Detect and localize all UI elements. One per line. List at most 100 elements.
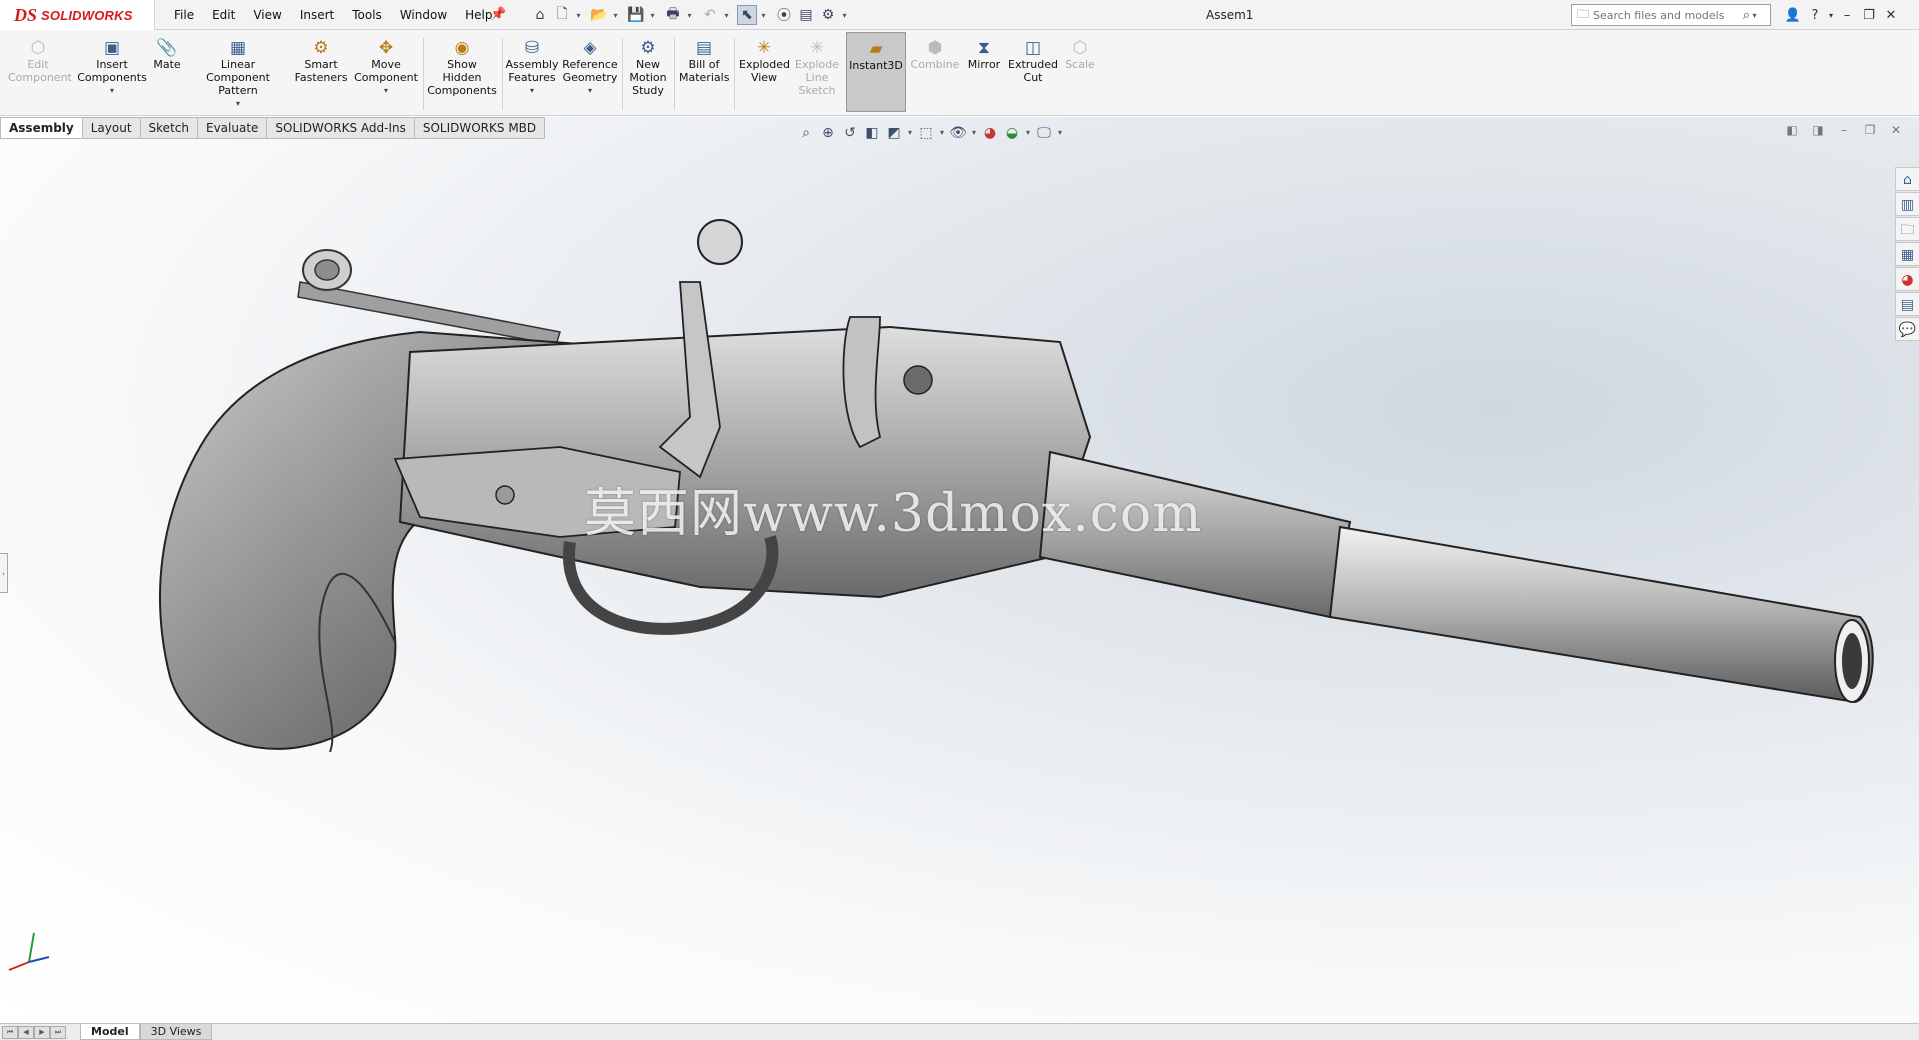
move-component-dropdown-icon[interactable]: ▾ [384, 84, 388, 97]
menu-insert[interactable]: Insert [300, 8, 334, 22]
scroll-first-icon[interactable]: ⏮ [2, 1025, 18, 1039]
feature-manager-toggle-icon[interactable]: ‹ [0, 553, 8, 593]
scroll-prev-icon[interactable]: ◀ [18, 1025, 34, 1039]
viewport-close-icon[interactable]: ✕ [1883, 123, 1909, 137]
mirror-button[interactable]: ⧗ Mirror [964, 38, 1004, 71]
help-question-icon[interactable]: ? [1804, 8, 1826, 23]
tab-assembly[interactable]: Assembly [0, 117, 83, 139]
solidworks-forum-icon[interactable]: 💬 [1895, 317, 1919, 341]
linear-pattern-dropdown-icon[interactable]: ▾ [236, 97, 240, 110]
options-gear-icon[interactable]: ⚙ [818, 5, 838, 25]
undo-icon[interactable]: ↶ [700, 5, 720, 25]
linear-component-pattern-button[interactable]: ▦ Linear Component Pattern ▾ [188, 38, 288, 110]
search-icon[interactable]: ⌕ [1743, 8, 1750, 23]
move-component-button[interactable]: ✥ Move Component ▾ [353, 38, 419, 97]
restore-icon[interactable]: ❐ [1858, 8, 1880, 23]
extruded-cut-button[interactable]: ◫ Extruded Cut [1008, 38, 1058, 84]
search-input[interactable] [1593, 8, 1734, 22]
home-icon[interactable]: ⌂ [530, 5, 550, 25]
user-account-icon[interactable]: 👤 [1782, 8, 1804, 23]
zoom-to-area-icon[interactable]: ⊕ [817, 123, 839, 143]
section-view-icon[interactable]: ◧ [861, 123, 883, 143]
close-icon[interactable]: ✕ [1880, 8, 1902, 23]
help-dropdown-icon[interactable]: ▾ [1826, 11, 1836, 20]
explode-line-sketch-button[interactable]: ✳ Explode Line Sketch [794, 38, 840, 97]
view-palette-icon[interactable]: ▦ [1895, 242, 1919, 266]
custom-properties-icon[interactable]: ▤ [1895, 292, 1919, 316]
new-dropdown-icon[interactable]: ▾ [574, 5, 583, 25]
view-orientation-dropdown-icon[interactable]: ▾ [905, 123, 915, 143]
save-dropdown-icon[interactable]: ▾ [648, 5, 657, 25]
view-orientation-icon[interactable]: ⬚ [915, 123, 937, 143]
insert-components-button[interactable]: ▣ Insert Components ▾ [76, 38, 148, 97]
search-dropdown-icon[interactable]: ▾ [1750, 5, 1759, 25]
insert-components-dropdown-icon[interactable]: ▾ [110, 84, 114, 97]
new-document-icon[interactable]: 🗋 [552, 5, 572, 25]
hide-show-items-icon[interactable]: 👁 [947, 123, 969, 143]
view-settings-dropdown-icon[interactable]: ▾ [1055, 123, 1065, 143]
zoom-to-fit-icon[interactable]: ⌕ [795, 123, 817, 143]
combine-button[interactable]: ⬢ Combine [910, 38, 960, 71]
tab-sketch[interactable]: Sketch [140, 117, 198, 139]
reference-geometry-button[interactable]: ◈ Reference Geometry ▾ [562, 38, 618, 97]
tile-left-icon[interactable]: ◧ [1779, 123, 1805, 137]
menu-window[interactable]: Window [400, 8, 447, 22]
undo-dropdown-icon[interactable]: ▾ [722, 5, 731, 25]
file-properties-icon[interactable]: ▤ [796, 5, 816, 25]
open-folder-icon[interactable]: 📂 [589, 5, 609, 25]
tile-right-icon[interactable]: ◨ [1805, 123, 1831, 137]
file-explorer-icon[interactable]: 🗀 [1895, 217, 1919, 241]
scroll-last-icon[interactable]: ⏭ [50, 1025, 66, 1039]
mate-button[interactable]: 📎 Mate [152, 38, 182, 71]
viewport-minimize-icon[interactable]: – [1831, 123, 1857, 137]
assembly-features-dropdown-icon[interactable]: ▾ [530, 84, 534, 97]
menu-tools[interactable]: Tools [352, 8, 382, 22]
scroll-next-icon[interactable]: ▶ [34, 1025, 50, 1039]
options-dropdown-icon[interactable]: ▾ [840, 5, 849, 25]
save-icon[interactable]: 💾 [626, 5, 646, 25]
exploded-view-button[interactable]: ✳ Exploded View [738, 38, 790, 84]
pin-menu-icon[interactable]: 📌 [490, 7, 506, 22]
display-style-dropdown-icon[interactable]: ▾ [937, 123, 947, 143]
show-hidden-components-button[interactable]: ◉ Show Hidden Components [426, 38, 498, 97]
bill-of-materials-button[interactable]: ▤ Bill of Materials [678, 38, 730, 84]
open-dropdown-icon[interactable]: ▾ [611, 5, 620, 25]
tab-3d-views[interactable]: 3D Views [139, 1024, 213, 1040]
solidworks-logo[interactable]: DS SOLIDWORKS [0, 0, 155, 30]
apply-scene-icon[interactable]: ◒ [1001, 123, 1023, 143]
tab-solidworks-add-ins[interactable]: SOLIDWORKS Add-Ins [267, 117, 415, 139]
scene-dropdown-icon[interactable]: ▾ [1023, 123, 1033, 143]
solidworks-resources-home-icon[interactable]: ⌂ [1895, 167, 1919, 191]
graphics-area[interactable]: ⌕ ⊕ ↺ ◧ ◩ ▾ ⬚ ▾ 👁 ▾ ◕ ◒ ▾ 🖵 ▾ ◧ ◨ – ❐ ✕ … [0, 117, 1919, 1023]
design-library-icon[interactable]: ▥ [1895, 192, 1919, 216]
minimize-icon[interactable]: – [1836, 8, 1858, 23]
edit-appearance-icon[interactable]: ◕ [979, 123, 1001, 143]
instant3d-button[interactable]: ▰ Instant3D [846, 32, 906, 112]
select-dropdown-icon[interactable]: ▾ [759, 5, 768, 25]
appearances-scenes-icon[interactable]: ◕ [1895, 267, 1919, 291]
rebuild-traffic-light-icon[interactable]: ⦿ [774, 5, 794, 25]
print-icon[interactable]: 🖶 [663, 5, 683, 25]
tab-evaluate[interactable]: Evaluate [197, 117, 268, 139]
tab-layout[interactable]: Layout [82, 117, 141, 139]
edit-component-button[interactable]: ⬡ Edit Component [6, 38, 72, 84]
view-settings-monitor-icon[interactable]: 🖵 [1033, 123, 1055, 143]
tab-solidworks-mbd[interactable]: SOLIDWORKS MBD [414, 117, 546, 139]
flintlock-pistol-model[interactable] [0, 117, 1919, 1023]
search-box[interactable]: 🗀 ⌕ ▾ [1571, 4, 1771, 26]
previous-view-icon[interactable]: ↺ [839, 123, 861, 143]
menu-edit[interactable]: Edit [212, 8, 235, 22]
menu-file[interactable]: File [174, 8, 194, 22]
select-cursor-icon[interactable]: ⬉ [737, 5, 757, 25]
menu-help[interactable]: Help [465, 8, 492, 22]
reference-geometry-dropdown-icon[interactable]: ▾ [588, 84, 592, 97]
assembly-features-button[interactable]: ⛁ Assembly Features ▾ [505, 38, 559, 97]
viewport-restore-icon[interactable]: ❐ [1857, 123, 1883, 137]
menu-view[interactable]: View [253, 8, 281, 22]
smart-fasteners-button[interactable]: ⚙ Smart Fasteners [292, 38, 350, 84]
dynamic-annotation-icon[interactable]: ◩ [883, 123, 905, 143]
new-motion-study-button[interactable]: ⚙ New Motion Study [626, 38, 670, 97]
tab-model[interactable]: Model [80, 1024, 140, 1040]
folder-search-icon[interactable]: 🗀 [1577, 5, 1589, 26]
hide-show-dropdown-icon[interactable]: ▾ [969, 123, 979, 143]
